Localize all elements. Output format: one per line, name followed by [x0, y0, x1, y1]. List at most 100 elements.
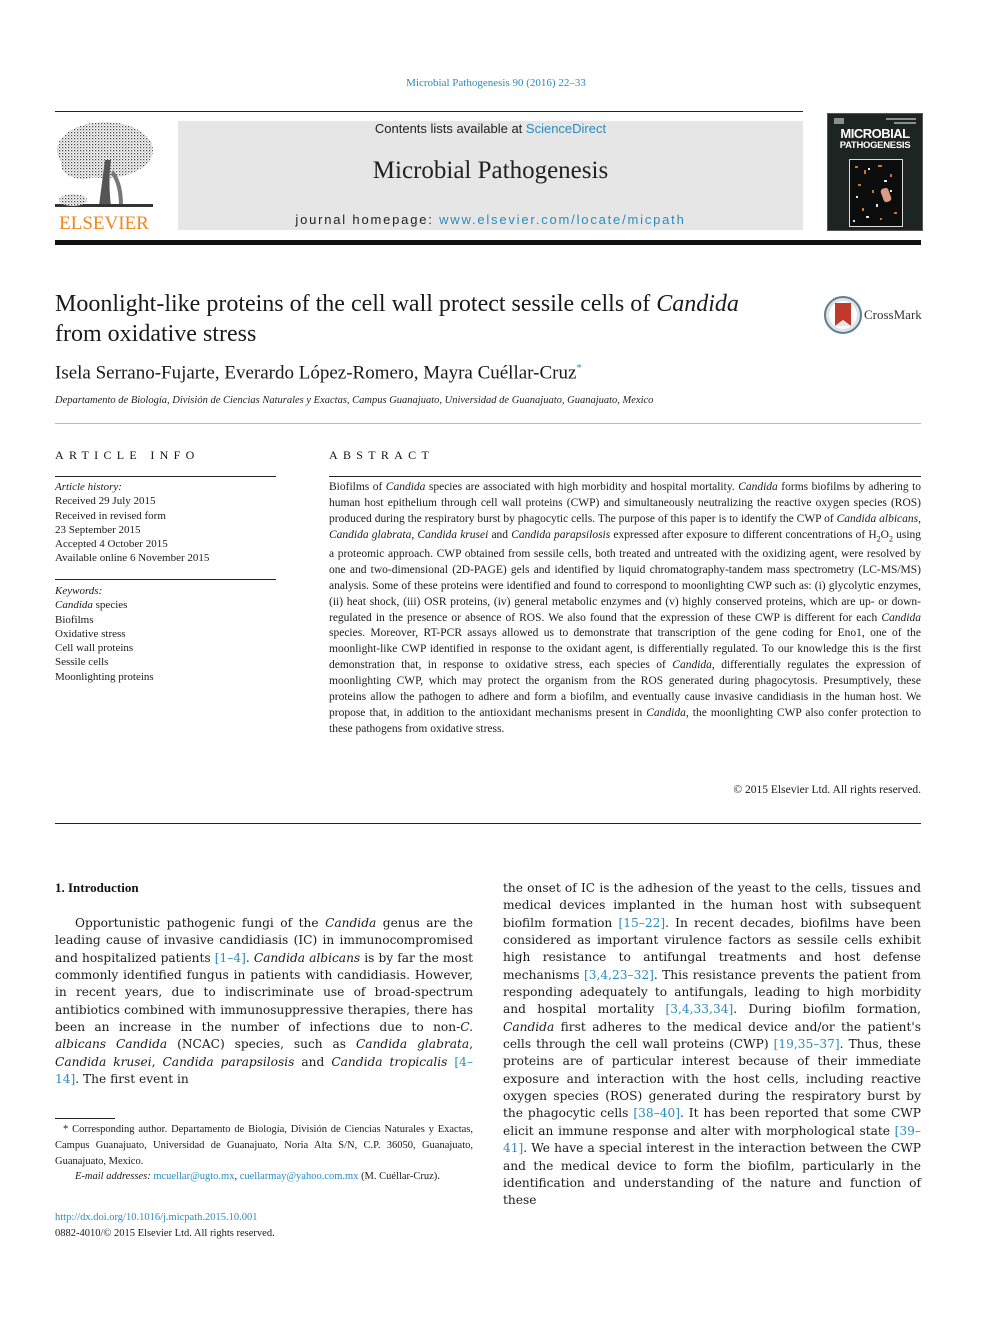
text-run: . We have a special interest in the inte… — [503, 1141, 921, 1208]
italic-text: Candida albicans — [253, 950, 361, 965]
corresponding-author-footnote: * Corresponding author. Departamento de … — [55, 1122, 473, 1185]
italic-text: Candida glabrata — [355, 1037, 470, 1052]
italic-text: Candida — [881, 611, 921, 624]
history-item: 23 September 2015 — [55, 523, 141, 536]
cover-micrograph-icon — [849, 159, 903, 227]
text-run: species are associated with high morbidi… — [425, 481, 739, 493]
doi-block: http://dx.doi.org/10.1016/j.micpath.2015… — [55, 1210, 275, 1242]
text-run: and — [294, 1054, 332, 1069]
italic-text: Candida — [503, 1019, 555, 1034]
title-text: Moonlight-like proteins of the cell wall… — [55, 291, 657, 317]
journal-cover[interactable]: MICROBIAL PATHOGENESIS — [827, 113, 923, 231]
introduction-left-column: Opportunistic pathogenic fungi of the Ca… — [55, 915, 473, 1088]
affiliation-rule — [55, 423, 921, 424]
text-run: , — [469, 1037, 473, 1052]
email-line: E-mail addresses: mcuellar@ugto.mx, cuel… — [55, 1169, 473, 1185]
italic-text: Candida parapsilosis — [511, 528, 611, 541]
cover-meta-line — [886, 118, 916, 120]
italic-text: Candida — [646, 706, 686, 719]
crossmark-button[interactable]: CrossMark — [824, 296, 924, 336]
italic-text: Candida tropicalis — [331, 1054, 448, 1069]
italic-text: Candida parapsilosis — [162, 1054, 295, 1069]
text-run: , — [918, 512, 921, 525]
keyword-item: Cell wall proteins — [55, 642, 134, 655]
keyword-item: Sessile cells — [55, 656, 109, 669]
reference-link[interactable]: [15–22] — [618, 916, 665, 930]
text-run: Biofilms of — [329, 481, 386, 493]
issn-copyright: 0882-4010/© 2015 Elsevier Ltd. All right… — [55, 1228, 275, 1239]
email-link[interactable]: cuellarmay@yahoo.com.mx — [240, 1171, 359, 1182]
history-item: Available online 6 November 2015 — [55, 552, 210, 565]
contents-availability: Contents lists available at ScienceDirec… — [178, 121, 803, 136]
crossmark-icon — [824, 296, 862, 334]
journal-name: Microbial Pathogenesis — [372, 157, 609, 184]
corresponding-author-marker[interactable]: * — [576, 362, 582, 374]
sciencedirect-link[interactable]: ScienceDirect — [526, 121, 606, 136]
article-title: Moonlight-like proteins of the cell wall… — [55, 289, 815, 349]
text-run: O — [880, 528, 889, 541]
italic-text: Candida albicans — [836, 512, 919, 525]
keywords: Keywords: Candida species Biofilms Oxida… — [55, 584, 276, 684]
elsevier-wordmark: ELSEVIER — [59, 213, 149, 234]
email-suffix: (M. Cuéllar-Cruz). — [358, 1171, 440, 1183]
history-item: Received in revised form — [55, 509, 166, 522]
article-info-rule — [55, 476, 276, 477]
abstract-copyright: © 2015 Elsevier Ltd. All rights reserved… — [733, 784, 921, 796]
keyword-item: Moonlighting proteins — [55, 670, 154, 683]
cover-publisher-mark — [834, 118, 844, 124]
abstract-rule — [329, 476, 921, 477]
cover-title: MICROBIAL PATHOGENESIS — [828, 126, 922, 152]
keyword-item: Biofilms — [55, 613, 94, 626]
citation-link[interactable]: Microbial Pathogenesis 90 (2016) 22–33 — [406, 77, 586, 89]
text-run: (NCAC) species, such as — [167, 1037, 356, 1052]
italic-text: Candida — [385, 481, 426, 493]
homepage-link[interactable]: www.elsevier.com/locate/micpath — [439, 212, 686, 227]
reference-link[interactable]: [19,35–37] — [774, 1037, 840, 1051]
text-run: , — [151, 1054, 163, 1069]
keywords-rule — [55, 579, 276, 580]
footnote-text: * Corresponding author. Departamento de … — [55, 1124, 473, 1167]
elsevier-tree-icon — [55, 122, 153, 207]
reference-link[interactable]: [38–40] — [633, 1106, 680, 1120]
italic-text: Candida — [325, 916, 377, 930]
header-rule-bottom — [55, 240, 921, 245]
contents-prefix: Contents lists available at — [374, 121, 526, 136]
keyword-item: Candida species — [55, 598, 276, 612]
elsevier-logo[interactable]: ELSEVIER — [53, 120, 155, 235]
journal-citation[interactable]: Microbial Pathogenesis 90 (2016) 22–33 — [0, 77, 992, 89]
cover-meta-line — [894, 122, 916, 124]
text-run: using a proteomic approach. CWP obtained… — [329, 528, 922, 624]
text-run: expressed after exposure to different co… — [610, 528, 877, 541]
reference-link[interactable]: [3,4,23–32] — [584, 968, 654, 982]
history-label: Article history: — [55, 481, 122, 493]
text-run: . During biofilm formation, — [733, 1002, 921, 1017]
italic-text: Candida glabrata — [329, 528, 412, 541]
cover-title-line2: PATHOGENESIS — [839, 140, 911, 151]
reference-link[interactable]: [3,4,33,34] — [666, 1002, 734, 1016]
title-genus: Candida — [656, 291, 739, 317]
doi-link[interactable]: http://dx.doi.org/10.1016/j.micpath.2015… — [55, 1210, 275, 1226]
keyword-item: Oxidative stress — [55, 627, 126, 640]
reference-link[interactable]: [1–4] — [215, 951, 246, 965]
italic-text: Candida — [738, 481, 778, 493]
keyword-rest: species — [92, 599, 128, 612]
abstract-bottom-rule — [55, 823, 921, 824]
crossmark-label: CrossMark — [864, 307, 922, 322]
italic-text: Candida krusei — [417, 528, 489, 541]
article-info-heading: ARTICLE INFO — [55, 448, 200, 462]
authors-text: Isela Serrano-Fujarte, Everardo López-Ro… — [55, 362, 577, 384]
text-run: . — [245, 950, 254, 965]
email-link[interactable]: mcuellar@ugto.mx — [153, 1171, 234, 1182]
cover-title-line1: MICROBIAL — [840, 126, 910, 141]
text-run: Opportunistic pathogenic fungi of the — [75, 916, 326, 930]
text-run: and — [488, 528, 512, 541]
introduction-right-column: the onset of IC is the adhesion of the y… — [503, 880, 921, 1210]
homepage-prefix: journal homepage: — [295, 212, 440, 227]
italic-text: Candida krusei — [55, 1054, 152, 1069]
history-item: Received 29 July 2015 — [55, 495, 156, 508]
footnote-rule — [55, 1118, 115, 1119]
section-heading-introduction: 1. Introduction — [55, 880, 139, 895]
history-item: Accepted 4 October 2015 — [55, 538, 168, 551]
journal-homepage: journal homepage: www.elsevier.com/locat… — [178, 212, 803, 227]
affiliation: Departamento de Biología, División de Ci… — [55, 395, 654, 406]
